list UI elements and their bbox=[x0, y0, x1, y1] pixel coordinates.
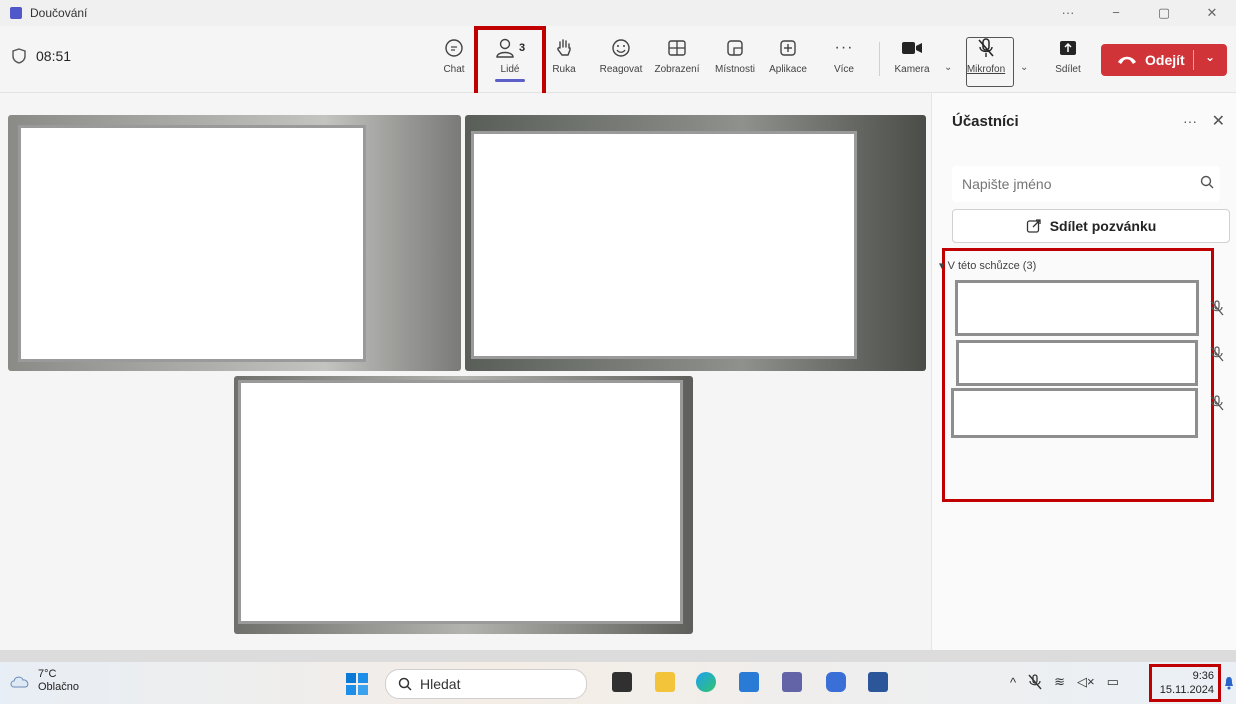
leave-label: Odejít bbox=[1145, 52, 1185, 68]
panel-close-button[interactable]: ✕ bbox=[1212, 111, 1225, 131]
share-invite-button[interactable]: Sdílet pozvánku bbox=[952, 209, 1230, 243]
battery-icon[interactable]: ▭ bbox=[1107, 674, 1119, 690]
apps-button[interactable]: Aplikace bbox=[760, 36, 816, 75]
apps-label: Aplikace bbox=[769, 64, 807, 75]
window-controls: ··· − ▢ ✕ bbox=[1044, 0, 1236, 26]
meeting-toolbar: 08:51 Chat 3 Lidé Ruka Reagovat Zobrazen… bbox=[0, 26, 1236, 102]
add-app-icon bbox=[780, 40, 796, 56]
background-window-strip bbox=[0, 650, 1236, 662]
more-actions-button[interactable]: ··· Více bbox=[816, 36, 872, 75]
edge-browser-icon[interactable] bbox=[696, 672, 716, 692]
hand-icon bbox=[557, 39, 571, 56]
in-meeting-label: V této schůzce (3) bbox=[947, 260, 1037, 272]
minimize-button[interactable]: − bbox=[1092, 0, 1140, 26]
leave-options-chevron-icon[interactable]: ⌄ bbox=[1205, 50, 1215, 64]
in-meeting-header[interactable]: ▾ V této schůzce (3) bbox=[939, 259, 1036, 272]
chat-label: Chat bbox=[443, 64, 465, 75]
video-tile-2-content bbox=[471, 131, 857, 359]
share-icon bbox=[1026, 219, 1041, 233]
word-icon[interactable] bbox=[868, 672, 888, 692]
participant-mic-muted-icon bbox=[1210, 395, 1224, 411]
shield-icon bbox=[12, 48, 26, 64]
leave-separator bbox=[1193, 50, 1194, 70]
meeting-timer: 08:51 bbox=[12, 48, 71, 64]
file-explorer-icon[interactable] bbox=[655, 672, 675, 692]
leave-button[interactable]: Odejít ⌄ bbox=[1101, 44, 1227, 76]
video-stage bbox=[0, 93, 930, 650]
raise-hand-label: Ruka bbox=[552, 64, 576, 75]
video-tile-3-content bbox=[238, 380, 683, 624]
close-window-button[interactable]: ✕ bbox=[1188, 0, 1236, 26]
smiley-icon bbox=[612, 39, 630, 57]
search-icon bbox=[1200, 175, 1214, 189]
camera-label: Kamera bbox=[894, 64, 930, 75]
toolbar-divider bbox=[879, 42, 880, 76]
windows-taskbar: 7°C Oblačno Hledat ^ ≋ ◁× ▭ 9:36 15.11.20… bbox=[0, 662, 1236, 704]
search-icon bbox=[398, 677, 412, 691]
participant-mic-muted-icon bbox=[1210, 300, 1224, 316]
notification-bell-icon[interactable] bbox=[1224, 676, 1234, 690]
mic-focus-outline bbox=[966, 37, 1014, 87]
wifi-icon[interactable]: ≋ bbox=[1054, 674, 1065, 690]
camera-icon bbox=[902, 42, 922, 54]
participant-row[interactable] bbox=[955, 280, 1199, 336]
grid-icon bbox=[668, 40, 686, 56]
cloud-icon bbox=[10, 676, 29, 688]
weather-condition: Oblačno bbox=[38, 681, 79, 693]
share-invite-label: Sdílet pozvánku bbox=[1049, 218, 1157, 234]
outlook-icon[interactable] bbox=[739, 672, 759, 692]
camera-options-chevron-icon[interactable]: ⌄ bbox=[944, 62, 952, 73]
panel-more-button[interactable]: ··· bbox=[1183, 113, 1197, 129]
video-tile-1[interactable] bbox=[8, 115, 461, 371]
camera-button[interactable]: Kamera bbox=[884, 36, 940, 75]
clock-time: 9:36 bbox=[1192, 670, 1214, 682]
taskbar-clock[interactable]: 9:36 15.11.2024 bbox=[1149, 664, 1221, 702]
in-meeting-section: ▾ V této schůzce (3) bbox=[939, 248, 1214, 502]
raise-hand-button[interactable]: Ruka bbox=[536, 36, 592, 75]
volume-muted-icon[interactable]: ◁× bbox=[1077, 674, 1095, 690]
more-label: Více bbox=[833, 64, 854, 75]
participant-row[interactable] bbox=[956, 340, 1198, 386]
title-bar: Doučování ··· − ▢ ✕ bbox=[0, 0, 1236, 26]
participants-panel: Účastníci ··· ✕ Sdílet pozvánku ▾ V této… bbox=[931, 93, 1236, 650]
task-view-icon[interactable] bbox=[612, 672, 632, 692]
teams-icon[interactable] bbox=[782, 672, 802, 692]
weather-widget[interactable]: 7°C Oblačno bbox=[8, 668, 79, 694]
video-tile-3[interactable] bbox=[234, 376, 693, 634]
rooms-icon bbox=[727, 40, 743, 56]
react-label: Reagovat bbox=[599, 64, 643, 75]
participant-row[interactable] bbox=[951, 388, 1198, 438]
tray-overflow-chevron-icon[interactable]: ^ bbox=[1010, 675, 1016, 690]
video-tile-1-content bbox=[18, 125, 366, 362]
share-label: Sdílet bbox=[1055, 64, 1081, 75]
mic-options-chevron-icon[interactable]: ⌄ bbox=[1020, 62, 1028, 73]
breakout-rooms-button[interactable]: Místnosti bbox=[707, 36, 763, 75]
tray-mic-muted-icon[interactable] bbox=[1028, 674, 1042, 690]
more-dots-icon: ··· bbox=[834, 39, 854, 56]
timer-text: 08:51 bbox=[36, 48, 72, 64]
clock-date: 15.11.2024 bbox=[1159, 684, 1214, 696]
rooms-label: Místnosti bbox=[714, 64, 755, 75]
react-button[interactable]: Reagovat bbox=[593, 36, 649, 75]
window-title: Doučování bbox=[30, 6, 88, 20]
share-screen-button[interactable]: Sdílet bbox=[1040, 36, 1096, 75]
panel-title: Účastníci bbox=[952, 113, 1019, 130]
teams-app-icon bbox=[10, 7, 22, 19]
share-tray-icon bbox=[1060, 41, 1076, 55]
chat-icon bbox=[445, 39, 463, 57]
system-tray: ^ ≋ ◁× ▭ bbox=[1010, 674, 1131, 690]
windows-start-icon[interactable] bbox=[346, 673, 368, 695]
temperature: 7°C bbox=[38, 668, 57, 680]
view-label: Zobrazení bbox=[654, 64, 700, 75]
participant-search-input[interactable] bbox=[952, 166, 1220, 202]
maximize-button[interactable]: ▢ bbox=[1140, 0, 1188, 26]
window-more-button[interactable]: ··· bbox=[1044, 0, 1092, 26]
taskbar-search[interactable]: Hledat bbox=[385, 669, 587, 699]
hang-up-icon bbox=[1118, 56, 1136, 64]
taskbar-search-label: Hledat bbox=[420, 676, 461, 692]
participant-mic-muted-icon bbox=[1210, 346, 1224, 362]
view-button[interactable]: Zobrazení bbox=[649, 36, 705, 75]
security-app-icon[interactable] bbox=[826, 672, 846, 692]
video-tile-2[interactable] bbox=[465, 115, 926, 371]
